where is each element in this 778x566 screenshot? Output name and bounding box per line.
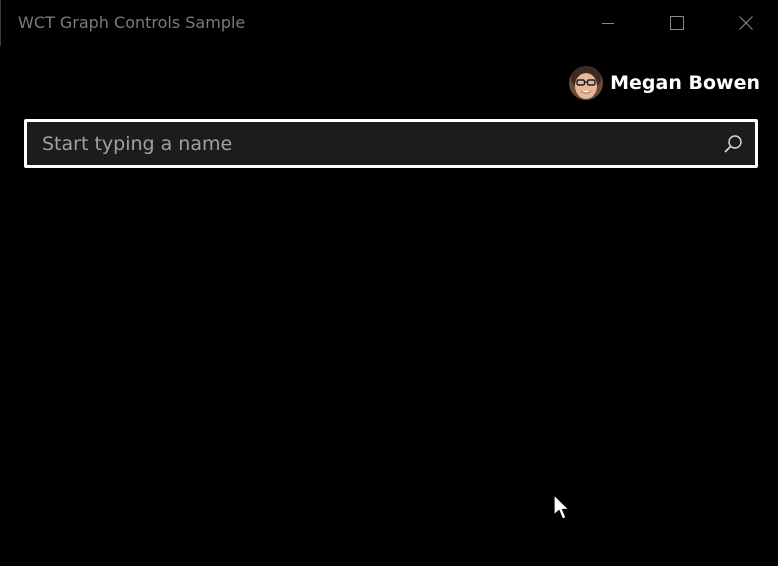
user-name: Megan Bowen (610, 72, 760, 94)
window-title: WCT Graph Controls Sample (18, 13, 246, 32)
search-input[interactable] (27, 122, 707, 165)
title-bar[interactable]: WCT Graph Controls Sample (0, 0, 778, 46)
people-picker[interactable] (24, 119, 758, 168)
user-profile[interactable]: Megan Bowen (569, 65, 760, 101)
search-icon[interactable] (723, 134, 743, 154)
maximize-button[interactable] (654, 0, 700, 46)
minimize-icon (602, 23, 614, 24)
close-button[interactable] (723, 0, 769, 46)
avatar[interactable] (569, 66, 604, 100)
maximize-icon (670, 16, 684, 30)
minimize-button[interactable] (585, 0, 631, 46)
app-window: WCT Graph Controls Sample Megan Bowen St… (0, 0, 778, 566)
close-icon (739, 16, 753, 30)
mouse-cursor-icon (553, 494, 570, 520)
